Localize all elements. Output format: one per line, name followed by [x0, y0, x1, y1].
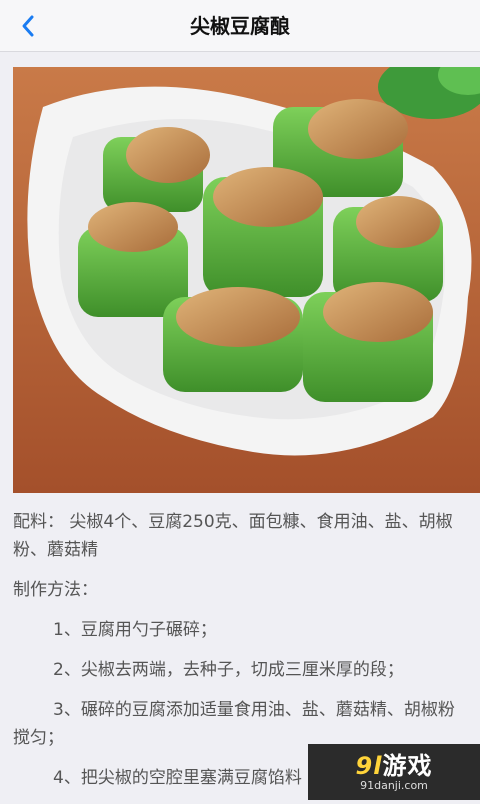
logo-number: 9l [356, 752, 383, 780]
method-heading: 制作方法： [13, 576, 471, 604]
step-item: 1、豆腐用勺子碾碎； [13, 616, 471, 644]
recipe-photo [13, 67, 480, 493]
watermark-logo: 9l游戏 91danji.com [308, 744, 480, 800]
ingredients: 配料： 尖椒4个、豆腐250克、面包糠、食用油、盐、胡椒粉、蘑菇精 [13, 508, 471, 564]
watermark-url: 91danji.com [360, 780, 428, 792]
logo-text: 游戏 [382, 752, 432, 780]
page-title: 尖椒豆腐酿 [0, 0, 480, 52]
nav-bar: 尖椒豆腐酿 [0, 0, 480, 52]
step-item: 2、尖椒去两端，去种子，切成三厘米厚的段； [13, 656, 471, 684]
